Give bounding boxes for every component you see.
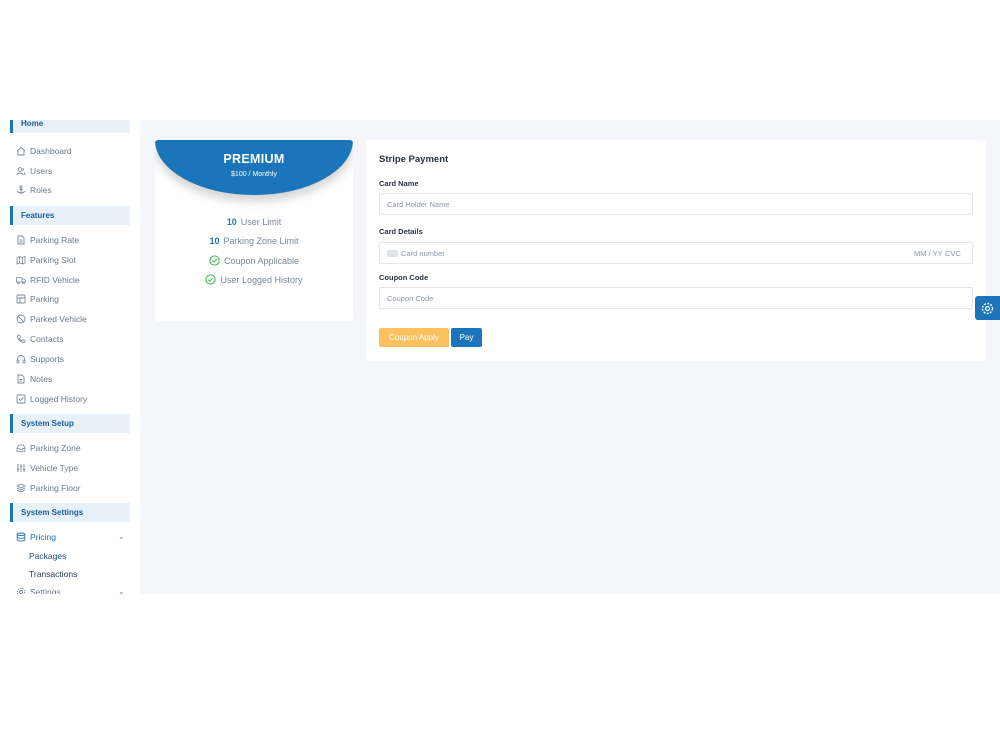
sidebar-item-rfid-vehicle[interactable]: RFID Vehicle (16, 273, 80, 287)
sidebar-item-label: Settings (30, 587, 61, 594)
gear-icon (16, 587, 26, 594)
sidebar-item-label: Dashboard (30, 146, 72, 156)
check-circle-icon (209, 255, 220, 266)
sidebar-item-label: Vehicle Type (30, 463, 79, 473)
sidebar-item-users[interactable]: Users (16, 164, 52, 178)
sidebar-section-home: Home (10, 120, 130, 133)
sidebar-item-supports[interactable]: Supports (16, 352, 64, 366)
sidebar-item-logged-history[interactable]: Logged History (16, 392, 87, 406)
feature-history: User Logged History (155, 274, 353, 285)
pay-button[interactable]: Pay (451, 328, 482, 347)
layers-icon (16, 483, 26, 493)
coupon-code-input[interactable] (379, 287, 973, 309)
sidebar-item-label: Parking (30, 294, 59, 304)
sidebar-item-notes[interactable]: Notes (16, 372, 52, 386)
gear-icon (981, 302, 994, 315)
feature-value: 10 (226, 217, 237, 227)
sidebar-item-label: Parking Floor (30, 483, 81, 493)
credit-card-icon (387, 250, 398, 257)
sidebar-subitem-packages[interactable]: Packages (29, 550, 66, 562)
feature-label: Parking Zone Limit (223, 236, 299, 246)
sidebar-item-label: Logged History (30, 394, 88, 404)
card-details-field[interactable]: Card number MM / YY CVC (379, 242, 973, 264)
file-icon (16, 235, 26, 245)
sidebar-item-label: Parking Rate (30, 235, 80, 245)
app-viewport: Home Dashboard Users Roles Features Park… (0, 120, 1000, 594)
database-icon (16, 532, 26, 542)
coupon-apply-button[interactable]: Coupon Apply (379, 328, 449, 347)
sidebar-section-features: Features (10, 206, 130, 225)
sidebar-item-label: Supports (30, 354, 65, 364)
slash-icon (16, 314, 26, 324)
phone-icon (16, 334, 26, 344)
sliders-icon (16, 463, 26, 473)
sidebar-item-label: Roles (30, 185, 52, 195)
feature-label: Coupon Applicable (223, 256, 300, 266)
plan-card: PREMIUM $100 / Monthly 10 User Limit 10 Pa… (155, 140, 353, 321)
headphones-icon (16, 354, 26, 364)
map-icon (16, 255, 26, 265)
sidebar-item-label: Users (30, 166, 53, 176)
plan-header (155, 140, 353, 195)
theme-settings-button[interactable] (975, 296, 1000, 320)
sidebar-item-label: Contacts (30, 334, 64, 344)
home-icon (16, 146, 26, 156)
sidebar: Home Dashboard Users Roles Features Park… (0, 120, 140, 594)
sidebar-item-parking-floor[interactable]: Parking Floor (16, 481, 81, 495)
sidebar-item-label: Notes (30, 374, 53, 384)
sidebar-item-label: Parked Vehicle (30, 314, 87, 324)
sidebar-item-label: RFID Vehicle (30, 275, 80, 285)
card-details-label: Card Details (379, 227, 423, 236)
sidebar-item-parking-zone[interactable]: Parking Zone (16, 441, 81, 455)
card-name-input[interactable] (379, 193, 973, 215)
feature-label: User Logged History (220, 275, 303, 285)
truck-icon (16, 275, 26, 285)
sidebar-item-roles[interactable]: Roles (16, 183, 52, 197)
sidebar-section-system-settings: System Settings (10, 503, 130, 522)
sidebar-item-dashboard[interactable]: Dashboard (16, 144, 72, 158)
chevron-down-icon[interactable]: ⌄ (118, 532, 125, 541)
sidebar-section-system-setup: System Setup (10, 414, 130, 433)
plan-price: $100 / Monthly (231, 171, 277, 178)
sidebar-item-parked-vehicle[interactable]: Parked Vehicle (16, 312, 87, 326)
card-number-placeholder: Card number (401, 249, 445, 258)
feature-label: User Limit (240, 217, 282, 227)
payment-title: Stripe Payment (379, 154, 449, 165)
sidebar-item-label: Pricing (30, 532, 56, 542)
sidebar-item-parking-slot[interactable]: Parking Slot (16, 253, 76, 267)
sidebar-item-settings[interactable]: Settings (16, 585, 61, 594)
feature-user-limit: 10 User Limit (155, 217, 353, 227)
sidebar-item-label: Parking Slot (30, 255, 76, 265)
anchor-icon (16, 185, 26, 195)
card-name-label: Card Name (379, 179, 419, 188)
feature-value: 10 (209, 236, 220, 246)
sidebar-item-parking-rate[interactable]: Parking Rate (16, 233, 79, 247)
sidebar-item-vehicle-type[interactable]: Vehicle Type (16, 461, 78, 475)
card-expiry-placeholder: MM / YY (914, 249, 943, 258)
note-icon (16, 374, 26, 384)
stripe-payment-card: Stripe Payment Card Name Card Details Ca… (366, 140, 986, 361)
sidebar-item-parking[interactable]: Parking (16, 292, 59, 306)
users-icon (16, 166, 26, 176)
plan-name: PREMIUM (223, 152, 285, 166)
sidebar-item-pricing[interactable]: Pricing (16, 530, 56, 544)
sidebar-subitem-transactions[interactable]: Transactions (29, 568, 77, 580)
feature-zone-limit: 10 Parking Zone Limit (155, 236, 353, 246)
coupon-code-label: Coupon Code (379, 273, 429, 282)
inbox-icon (16, 443, 26, 453)
feature-coupon: Coupon Applicable (155, 255, 353, 266)
sidebar-item-label: Parking Zone (30, 443, 81, 453)
check-square-icon (16, 394, 26, 404)
layout-icon (16, 294, 26, 304)
chevron-down-icon[interactable]: ⌄ (118, 587, 125, 594)
sidebar-item-contacts[interactable]: Contacts (16, 332, 64, 346)
check-circle-icon (205, 274, 217, 285)
card-cvc-placeholder: CVC (945, 249, 961, 258)
